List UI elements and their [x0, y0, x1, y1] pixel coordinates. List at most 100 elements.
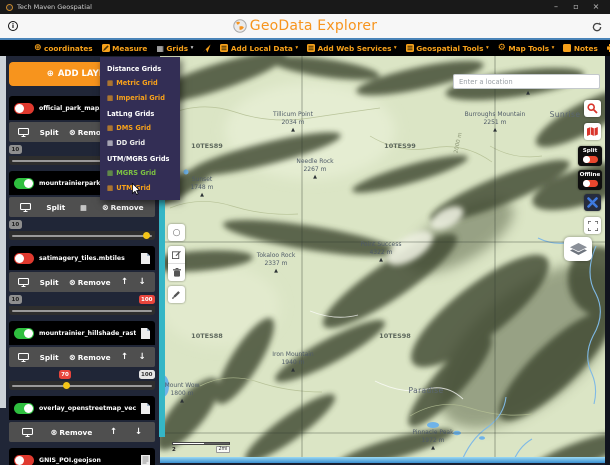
split-toggle[interactable]: Split — [578, 146, 602, 166]
measure-network-button[interactable] — [584, 194, 601, 211]
split-button[interactable]: Split — [46, 203, 65, 212]
scale-value: 2 — [172, 446, 176, 453]
menu-item-dd-grid[interactable]: ▦ DD Grid — [100, 135, 180, 150]
remove-button[interactable]: ⊗ Remove — [51, 428, 93, 437]
move-up-button[interactable]: ↑ — [121, 352, 128, 362]
grid-icon: ▦ — [107, 183, 114, 192]
layer-visibility-toggle[interactable] — [14, 402, 34, 414]
menu-add-local-data[interactable]: Add Local Data ▾ — [220, 44, 298, 53]
fullscreen-button[interactable] — [584, 217, 601, 234]
remove-button[interactable]: ⊗ Remove — [69, 278, 111, 287]
move-down-button[interactable]: ↓ — [139, 352, 146, 362]
file-icon[interactable] — [141, 252, 150, 264]
peak-icon: ▲ — [431, 445, 435, 452]
grid-icon: ▦ — [107, 78, 114, 87]
monitor-icon[interactable] — [18, 277, 30, 287]
dropdown-header-latlng-grids: LatLng Grids — [107, 109, 155, 118]
geospatial-tools-icon — [405, 44, 414, 52]
opacity-slider[interactable] — [9, 231, 155, 240]
window-title: Tech Maven Geospatial — [17, 3, 92, 11]
menu-item-metric-grid[interactable]: ▦ Metric Grid — [100, 75, 180, 90]
monitor-icon[interactable] — [21, 427, 33, 437]
web-services-icon — [307, 44, 316, 52]
edit-feature-button[interactable] — [168, 246, 185, 263]
layer-name: mountrainier_hillshade_rastertiles.mbti — [39, 329, 136, 337]
grid-label: 10TES98 — [379, 332, 411, 340]
layer-card-osm-vectortiles: overlay_openstreetmap_vectortiles_plane … — [9, 396, 155, 442]
menu-add-web-services[interactable]: Add Web Services ▾ — [307, 44, 397, 53]
sketch-measure-tool[interactable] — [168, 286, 185, 303]
remove-icon: ⊗ — [101, 202, 109, 212]
offline-toggle[interactable]: Offline — [578, 170, 602, 190]
grid-icon: ▦ — [107, 123, 114, 132]
menu-item-imperial-grid[interactable]: ▦ Imperial Grid — [100, 90, 180, 105]
minimize-button[interactable]: – — [548, 0, 564, 14]
layer-visibility-toggle[interactable] — [14, 102, 34, 114]
remove-button[interactable]: ⊗ Remove — [69, 353, 111, 362]
menu-notes[interactable]: Notes — [563, 44, 598, 53]
map-label-burroughs-mountain: Burroughs Mountain 2251 m ▲ — [464, 111, 526, 134]
monitor-icon[interactable] — [18, 352, 30, 362]
menu-item-utm-grid[interactable]: ▦ UTM Grid — [100, 180, 180, 195]
opacity-slider[interactable] — [9, 306, 155, 315]
layer-visibility-toggle[interactable] — [14, 454, 34, 465]
move-down-button[interactable]: ↓ — [139, 277, 146, 287]
move-up-button[interactable]: ↑ — [110, 427, 117, 437]
close-button[interactable]: × — [588, 0, 604, 14]
monitor-icon[interactable] — [20, 202, 32, 212]
menu-grids[interactable]: ▦ Grids ▾ — [156, 44, 193, 53]
layers-switcher-button[interactable] — [564, 237, 592, 261]
layer-name: overlay_openstreetmap_vectortiles_plane — [39, 404, 136, 412]
dropdown-header-distance-grids: Distance Grids — [107, 64, 162, 73]
layers-icon — [569, 242, 587, 255]
slider-thumb[interactable] — [143, 232, 151, 239]
map-label-point-success: Point Success 4322 m ▲ — [360, 241, 402, 264]
layer-visibility-toggle[interactable] — [14, 252, 34, 264]
monitor-icon[interactable] — [18, 127, 30, 137]
document-icon[interactable] — [141, 454, 150, 465]
local-data-icon — [220, 44, 229, 52]
grid-label: 10TES99 — [384, 142, 416, 150]
locate-arrow-button[interactable] — [202, 43, 211, 53]
map-label-tokaloo-rock: Tokaloo Rock 2337 m ▲ — [256, 252, 296, 275]
attribute-table-icon[interactable]: ▦ — [80, 203, 87, 212]
brand: GeoData Explorer — [18, 18, 592, 34]
split-button[interactable]: Split — [40, 128, 59, 137]
menu-measure[interactable]: Measure — [101, 44, 147, 53]
menu-coordinates[interactable]: ⊕ coordinates — [34, 43, 93, 53]
info-icon[interactable]: i — [8, 21, 18, 31]
app-icon — [6, 3, 13, 11]
menu-map-tools[interactable]: ⚙ Map Tools ▾ — [498, 43, 555, 53]
refresh-icon[interactable] — [592, 17, 602, 36]
grid-icon: ▦ — [107, 168, 114, 177]
split-toggle-switch[interactable] — [582, 155, 598, 163]
pencil-draw-icon — [172, 291, 180, 299]
file-icon[interactable] — [141, 327, 150, 339]
maximize-button[interactable]: ▫ — [568, 0, 584, 14]
basemap-button[interactable] — [584, 123, 601, 140]
draw-circle-tool[interactable]: ○ — [168, 224, 185, 241]
file-icon[interactable] — [141, 402, 150, 414]
layer-visibility-toggle[interactable] — [14, 177, 34, 189]
menu-geospatial-tools[interactable]: Geospatial Tools ▾ — [405, 44, 489, 53]
opacity-slider[interactable] — [9, 381, 155, 390]
remove-button[interactable]: ⊗ Remove — [102, 203, 144, 212]
delete-feature-button[interactable] — [168, 264, 185, 281]
layer-visibility-toggle[interactable] — [14, 327, 34, 339]
location-search-input[interactable] — [453, 74, 600, 89]
app-header: i GeoData Explorer — [0, 14, 610, 38]
move-up-button[interactable]: ↑ — [121, 277, 128, 287]
remove-icon: ⊗ — [50, 427, 58, 437]
move-down-button[interactable]: ↓ — [135, 427, 142, 437]
grid-icon: ▦ — [156, 43, 164, 53]
offline-toggle-switch[interactable] — [582, 179, 598, 187]
map-canvas[interactable]: 10TES89 10TES99 10TES88 10TES98 2000 m T… — [160, 56, 605, 465]
opacity-max-badge: 100 — [138, 370, 155, 379]
split-button[interactable]: Split — [40, 278, 59, 287]
menu-item-dms-grid[interactable]: ▦ DMS Grid — [100, 120, 180, 135]
slider-thumb[interactable] — [63, 382, 71, 389]
peak-icon: ▲ — [493, 127, 497, 134]
search-button[interactable] — [584, 100, 601, 117]
menu-item-mgrs-grid[interactable]: ▦ MGRS Grid — [100, 165, 180, 180]
split-button[interactable]: Split — [40, 353, 59, 362]
